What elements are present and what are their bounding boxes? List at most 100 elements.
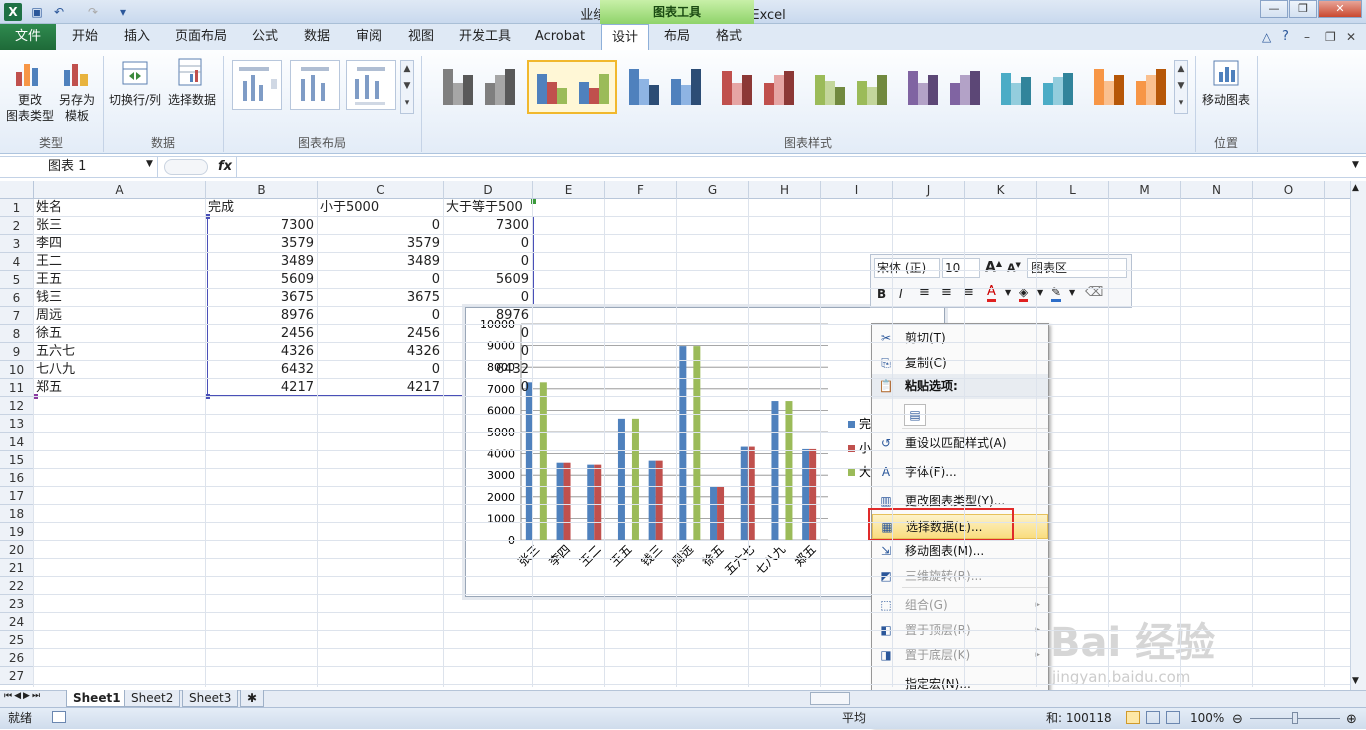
cell[interactable]: 2456: [320, 325, 443, 343]
cell[interactable]: 李四: [36, 235, 205, 253]
macro-record-icon[interactable]: [52, 711, 66, 723]
formula-expand-icon[interactable]: ▼: [1352, 160, 1359, 170]
column-header-N[interactable]: N: [1181, 181, 1253, 199]
horizontal-scrollbar[interactable]: [810, 692, 850, 705]
cell[interactable]: 3489: [320, 253, 443, 271]
cell[interactable]: 3579: [208, 235, 317, 253]
tab-format[interactable]: 格式: [706, 24, 752, 50]
italic-icon[interactable]: I: [899, 287, 903, 301]
cell[interactable]: 王二: [36, 253, 205, 271]
doc-minimize-icon[interactable]: –: [1304, 30, 1310, 44]
column-header-F[interactable]: F: [605, 181, 677, 199]
row-header-8[interactable]: 8: [0, 325, 34, 343]
tab-file[interactable]: 文件: [0, 24, 56, 50]
chart-style-8[interactable]: [1085, 60, 1175, 114]
formula-input[interactable]: [236, 157, 1346, 177]
cell[interactable]: 0: [446, 343, 532, 361]
cell[interactable]: 0: [446, 325, 532, 343]
cell[interactable]: 6432: [446, 361, 532, 379]
tab-formulas[interactable]: 公式: [244, 24, 286, 50]
cell[interactable]: 4326: [208, 343, 317, 361]
bar-大于等于500-周远[interactable]: [693, 346, 701, 540]
column-header-M[interactable]: M: [1109, 181, 1181, 199]
column-header-L[interactable]: L: [1037, 181, 1109, 199]
font-name-select[interactable]: 宋体 (正): [874, 258, 940, 278]
cell[interactable]: 3489: [208, 253, 317, 271]
cell[interactable]: 7300: [446, 217, 532, 235]
bar-小于5000-钱三[interactable]: [655, 460, 663, 540]
cell[interactable]: 徐五: [36, 325, 205, 343]
tab-developer[interactable]: 开发工具: [454, 24, 516, 50]
tab-home[interactable]: 开始: [64, 24, 106, 50]
context-menu-item-13[interactable]: ◨ 置于底层(K) ▸: [872, 643, 1048, 668]
row-header-20[interactable]: 20: [0, 541, 34, 559]
cell[interactable]: 3675: [208, 289, 317, 307]
row-header-10[interactable]: 10: [0, 361, 34, 379]
chart-layout-3[interactable]: [346, 60, 396, 110]
row-header-26[interactable]: 26: [0, 649, 34, 667]
cell[interactable]: 0: [446, 253, 532, 271]
cell[interactable]: 王五: [36, 271, 205, 289]
bold-icon[interactable]: B: [877, 287, 886, 301]
column-header-I[interactable]: I: [821, 181, 893, 199]
column-header-J[interactable]: J: [893, 181, 965, 199]
cell[interactable]: 3579: [320, 235, 443, 253]
bar-大于等于500-七八九[interactable]: [785, 401, 793, 540]
scroll-up-icon[interactable]: ▲: [1352, 183, 1359, 193]
zoom-in-icon[interactable]: ⊕: [1346, 710, 1357, 730]
sheet-tab-sheet3[interactable]: Sheet3: [182, 690, 239, 707]
context-menu-item-6[interactable]: A 字体(F)...: [872, 460, 1048, 485]
context-menu-item-5[interactable]: ↺ 重设以匹配样式(A): [872, 431, 1048, 456]
close-icon[interactable]: ✕: [1318, 0, 1362, 18]
row-header-5[interactable]: 5: [0, 271, 34, 289]
tab-acrobat[interactable]: Acrobat: [528, 24, 592, 50]
zoom-slider-thumb[interactable]: [1292, 712, 1298, 724]
cell-header[interactable]: 大于等于500: [446, 199, 532, 217]
name-box-dropdown-icon[interactable]: ▼: [146, 159, 153, 169]
column-header-O[interactable]: O: [1253, 181, 1325, 199]
tab-design[interactable]: 设计: [601, 24, 649, 51]
zoom-level[interactable]: 100%: [1190, 708, 1224, 728]
row-header-15[interactable]: 15: [0, 451, 34, 469]
chart-style-5[interactable]: [806, 60, 896, 114]
tab-page-layout[interactable]: 页面布局: [170, 24, 232, 50]
row-header-27[interactable]: 27: [0, 667, 34, 685]
help-icon[interactable]: ?: [1282, 29, 1289, 44]
row-header-22[interactable]: 22: [0, 577, 34, 595]
cell[interactable]: 7300: [208, 217, 317, 235]
row-header-9[interactable]: 9: [0, 343, 34, 361]
tab-review[interactable]: 审阅: [348, 24, 390, 50]
sheet-tab-sheet2[interactable]: Sheet2: [124, 690, 181, 707]
row-header-17[interactable]: 17: [0, 487, 34, 505]
chart-style-4[interactable]: [713, 60, 803, 114]
save-template-icon[interactable]: [62, 58, 92, 88]
cell[interactable]: 周远: [36, 307, 205, 325]
layout-gallery-scroll-icon[interactable]: ▲ ▼ ▾: [400, 60, 414, 114]
row-header-7[interactable]: 7: [0, 307, 34, 325]
bar-小于5000-徐五[interactable]: [717, 486, 725, 540]
bar-完成-郑五[interactable]: [802, 448, 810, 540]
chart-style-2[interactable]: [527, 60, 617, 114]
tab-view[interactable]: 视图: [400, 24, 442, 50]
cell[interactable]: 0: [320, 361, 443, 379]
switch-row-column-icon[interactable]: [120, 58, 150, 88]
bar-小于5000-李四[interactable]: [563, 462, 571, 540]
chart-style-3[interactable]: [620, 60, 710, 114]
bar-完成-七八九[interactable]: [771, 401, 779, 540]
row-header-14[interactable]: 14: [0, 433, 34, 451]
column-header-G[interactable]: G: [677, 181, 749, 199]
shrink-font-icon[interactable]: A▼: [1007, 261, 1021, 275]
style-gallery-scroll-icon[interactable]: ▲ ▼ ▾: [1174, 60, 1188, 114]
formula-expand-handle[interactable]: [164, 159, 208, 175]
fill-dropdown-icon[interactable]: ▼: [1037, 288, 1043, 297]
vertical-scrollbar[interactable]: [1350, 181, 1366, 690]
bar-小于5000-王二[interactable]: [594, 464, 602, 540]
context-menu-item-1[interactable]: ✂ 剪切(T): [872, 326, 1048, 351]
column-header-E[interactable]: E: [533, 181, 605, 199]
column-header-K[interactable]: K: [965, 181, 1037, 199]
maximize-icon[interactable]: ❐: [1289, 0, 1317, 18]
cell[interactable]: 4326: [320, 343, 443, 361]
doc-restore-icon[interactable]: ❐: [1325, 30, 1336, 44]
bar-完成-周远[interactable]: [679, 346, 687, 540]
chart-element-select[interactable]: 图表区: [1027, 258, 1127, 278]
